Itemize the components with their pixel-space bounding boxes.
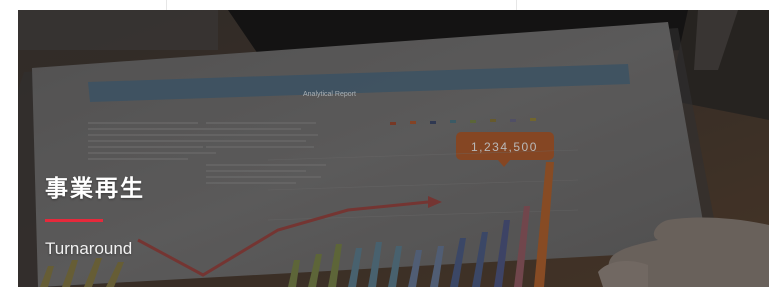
column-guide-line (166, 0, 167, 10)
report-header-text: Analytical Report (303, 91, 356, 98)
service-card-turnaround[interactable]: Analytical Report 1,234,500 事業再生 Turnaro… (18, 10, 769, 287)
column-guide-line (516, 0, 517, 10)
title-accent-bar (45, 219, 103, 222)
card-subtitle: Turnaround (45, 239, 133, 258)
page: Analytical Report 1,234,500 事業再生 Turnaro… (0, 0, 769, 287)
card-title: 事業再生 (45, 176, 145, 202)
